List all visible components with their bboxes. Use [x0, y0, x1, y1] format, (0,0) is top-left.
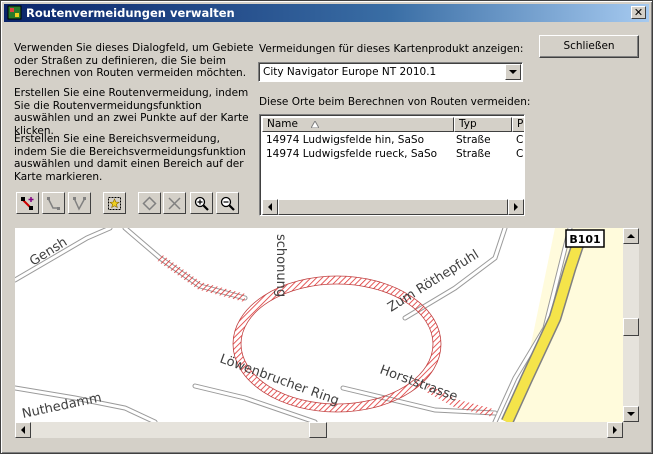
- app-icon: [7, 5, 22, 20]
- route-avoid-add-icon: [21, 197, 34, 210]
- route-avoid-split-button[interactable]: [68, 192, 91, 214]
- route-avoid-split-icon: [73, 197, 86, 211]
- instruction-route-avoid: Erstellen Sie eine Routenvermeidung, ind…: [14, 87, 249, 137]
- route-avoid-edit-button[interactable]: [42, 192, 65, 214]
- svg-text:B101: B101: [569, 233, 600, 246]
- map-horizontal-scrollbar[interactable]: [15, 422, 623, 438]
- list-horizontal-scrollbar[interactable]: [262, 199, 524, 215]
- delete-button[interactable]: [163, 192, 186, 214]
- scroll-left-icon[interactable]: [262, 199, 278, 215]
- route-avoid-edit-icon: [47, 197, 60, 210]
- column-header-p[interactable]: P: [512, 117, 524, 132]
- chevron-down-icon[interactable]: [505, 64, 521, 80]
- avoidance-list[interactable]: Name Typ P 14974 Ludwigsfelde hin, SaSo …: [259, 114, 525, 216]
- avoidance-list-label: Diese Orte beim Berechnen von Routen ver…: [259, 96, 531, 108]
- window-title: Routenvermeidungen verwalten: [26, 6, 235, 20]
- column-header-name[interactable]: Name: [262, 117, 454, 132]
- list-scroll-thumb[interactable]: [278, 199, 508, 215]
- zoom-out-icon: [220, 196, 235, 211]
- scroll-up-icon[interactable]: [623, 228, 639, 244]
- zoom-in-button[interactable]: [190, 192, 213, 214]
- map-vertical-scrollbar[interactable]: [623, 228, 639, 422]
- area-avoid-button[interactable]: [103, 192, 126, 214]
- map-product-label: Vermeidungen für dieses Kartenprodukt an…: [259, 43, 524, 55]
- dialog-window: Routenvermeidungen verwalten ✕ Verwenden…: [0, 0, 653, 454]
- map-product-value: City Navigator Europe NT 2010.1: [263, 66, 437, 78]
- scroll-right-icon[interactable]: [607, 422, 623, 438]
- column-header-type[interactable]: Typ: [454, 117, 512, 132]
- map-view[interactable]: Gensh schonung Zum Röthepfuhl Löwenbruch…: [15, 228, 623, 422]
- map-canvas[interactable]: Gensh schonung Zum Röthepfuhl Löwenbruch…: [15, 228, 623, 422]
- map-vscroll-thumb[interactable]: [623, 318, 639, 336]
- zoom-in-icon: [194, 196, 209, 211]
- road-label: schonung: [273, 234, 288, 297]
- list-item[interactable]: 14974 Ludwigsfelde rueck, SaSo Straße C: [262, 147, 524, 161]
- scroll-corner: [623, 422, 639, 438]
- scroll-left-icon[interactable]: [15, 422, 31, 438]
- close-icon[interactable]: ✕: [631, 6, 646, 19]
- select-button[interactable]: [138, 192, 161, 214]
- route-avoid-add-button[interactable]: [16, 192, 39, 214]
- map-hscroll-thumb[interactable]: [309, 422, 327, 438]
- instruction-area-avoid: Erstellen Sie eine Bereichsvermeidung, i…: [14, 133, 246, 183]
- zoom-out-button[interactable]: [216, 192, 239, 214]
- map-product-select[interactable]: City Navigator Europe NT 2010.1: [258, 62, 523, 82]
- instruction-intro: Verwenden Sie dieses Dialogfeld, um Gebi…: [14, 42, 254, 79]
- area-avoid-icon: [108, 197, 121, 210]
- title-bar[interactable]: Routenvermeidungen verwalten ✕: [4, 4, 649, 22]
- road-shield: B101: [565, 229, 605, 248]
- select-icon: [142, 196, 157, 211]
- sort-up-icon: [311, 121, 319, 128]
- scroll-right-icon[interactable]: [508, 199, 524, 215]
- close-button[interactable]: Schließen: [539, 35, 639, 58]
- list-item[interactable]: 14974 Ludwigsfelde hin, SaSo Straße C: [262, 133, 524, 147]
- scroll-down-icon[interactable]: [623, 406, 639, 422]
- delete-icon: [168, 197, 181, 210]
